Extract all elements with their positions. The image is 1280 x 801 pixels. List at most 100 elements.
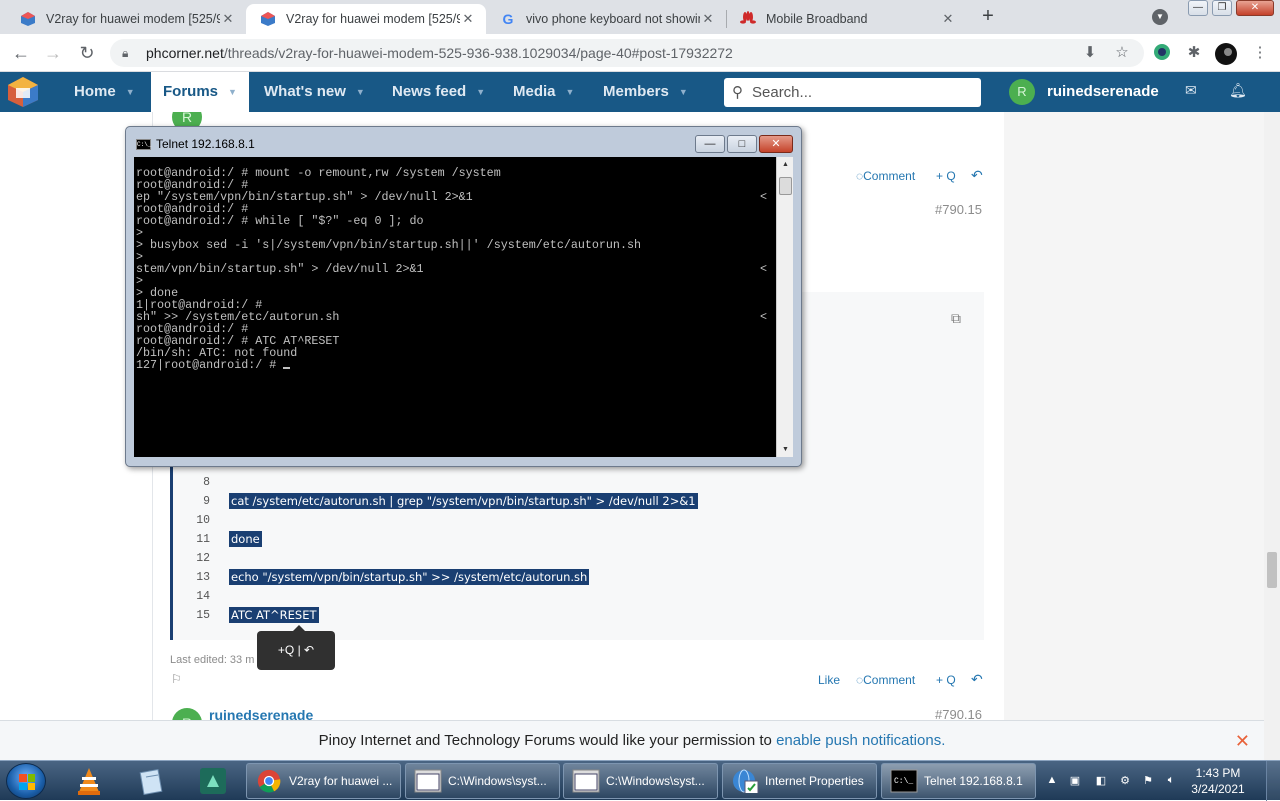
report-flag-icon[interactable]: ⚐ xyxy=(171,672,182,686)
taskbar-item-cmd[interactable]: C:\Windows\syst... xyxy=(563,763,718,799)
show-desktop-button[interactable] xyxy=(1266,761,1280,801)
chevron-down-icon[interactable]: ▼ xyxy=(356,72,365,112)
new-tab-button[interactable]: + xyxy=(978,6,998,27)
post-number[interactable]: #790.16 xyxy=(935,707,982,720)
show-hidden-icons-arrow-icon[interactable]: ▲ xyxy=(1045,774,1059,788)
minimize-icon[interactable]: — xyxy=(1188,0,1208,16)
tab-close-icon[interactable]: ✕ xyxy=(700,11,716,27)
action-center-flag-icon[interactable]: ⚑ xyxy=(1141,774,1155,788)
notifications-bell-icon[interactable]: 🔔︎ xyxy=(1229,82,1247,99)
username-link[interactable]: ruinedserenade xyxy=(1047,72,1159,112)
scrollbar-thumb[interactable] xyxy=(779,177,792,195)
chevron-down-icon[interactable]: ▼ xyxy=(228,72,237,112)
volume-speaker-icon[interactable]: 🔈︎ xyxy=(1164,774,1178,788)
pinned-app-icon[interactable] xyxy=(194,765,232,797)
tab-title: Mobile Broadband xyxy=(766,12,868,26)
page-scrollbar[interactable] xyxy=(1264,112,1280,760)
comment-link[interactable]: ◌Comment xyxy=(856,169,915,183)
taskbar-clock[interactable]: 1:43 PM 3/24/2021 xyxy=(1188,765,1248,797)
telnet-console[interactable]: root@android:/ # mount -o remount,rw /sy… xyxy=(134,157,776,457)
clock-time: 1:43 PM xyxy=(1195,766,1241,780)
chevron-down-icon[interactable]: ▼ xyxy=(679,72,688,112)
console-line: root@android:/ # while [ "$?" -eq 0 ]; d… xyxy=(136,215,776,227)
internet-properties-icon xyxy=(733,769,759,793)
line-wrap-marker: < xyxy=(760,262,768,276)
browser-tab[interactable]: G vivo phone keyboard not showin ✕ xyxy=(486,4,726,34)
scroll-down-arrow-icon[interactable]: ▼ xyxy=(777,446,794,453)
nav-news-feed[interactable]: News feed ▼ xyxy=(392,72,485,112)
network-icon[interactable]: ⚙ xyxy=(1118,774,1132,788)
inbox-envelope-icon[interactable]: ✉ xyxy=(1185,82,1197,99)
reply-arrow-icon[interactable]: ↶ xyxy=(971,671,983,688)
tab-search-icon[interactable]: ▼ xyxy=(1152,9,1168,25)
tab-close-icon[interactable]: ✕ xyxy=(220,11,236,27)
profile-avatar-icon[interactable] xyxy=(1215,43,1237,65)
tray-app-icon[interactable]: ◧ xyxy=(1094,774,1108,788)
browser-tab[interactable]: Mobile Broadband ✕ xyxy=(726,4,966,34)
like-link[interactable]: Like xyxy=(818,673,840,687)
install-app-icon[interactable]: ⬇ xyxy=(1080,43,1100,63)
push-notification-banner: Pinoy Internet and Technology Forums wou… xyxy=(0,720,1264,760)
back-arrow-icon[interactable]: ← xyxy=(10,42,32,64)
enable-push-link[interactable]: enable push notifications. xyxy=(776,732,945,749)
close-window-icon[interactable]: ✕ xyxy=(1236,0,1274,16)
code-line-number: 10 xyxy=(196,514,210,527)
console-scrollbar[interactable]: ▲ ▼ xyxy=(776,157,793,457)
tab-title: vivo phone keyboard not showin xyxy=(526,12,700,26)
browser-tab-strip: V2ray for huawei modem [525/93 ✕ V2ray f… xyxy=(0,0,1280,34)
forum-search-input[interactable]: ⚲ Search... xyxy=(724,78,981,107)
chevron-down-icon[interactable]: ▼ xyxy=(126,72,135,112)
comment-link[interactable]: ◌Comment xyxy=(856,673,915,687)
browser-tab-active[interactable]: V2ray for huawei modem [525/93 ✕ xyxy=(246,4,486,34)
taskbar-item-cmd[interactable]: C:\Windows\syst... xyxy=(405,763,560,799)
telnet-window[interactable]: C:\_ Telnet 192.168.8.1 — □ ✕ root@andro… xyxy=(125,126,802,467)
copy-code-icon[interactable]: ⧉ xyxy=(951,310,961,327)
nav-home[interactable]: Home ▼ xyxy=(74,72,135,112)
nav-whats-new[interactable]: What's new ▼ xyxy=(264,72,365,112)
restore-icon[interactable]: ❐ xyxy=(1212,0,1232,16)
post-number[interactable]: #790.15 xyxy=(935,202,982,217)
chevron-down-icon[interactable]: ▼ xyxy=(566,72,575,112)
close-icon[interactable]: ✕ xyxy=(1235,721,1250,761)
post-author-name[interactable]: ruinedserenade xyxy=(209,707,313,720)
tray-app-icon[interactable]: ▣ xyxy=(1068,774,1082,788)
browser-tab[interactable]: V2ray for huawei modem [525/93 ✕ xyxy=(6,4,246,34)
taskbar-item-telnet[interactable]: C:\_ Telnet 192.168.8.1 xyxy=(881,763,1036,799)
scrollbar-thumb[interactable] xyxy=(1267,552,1277,588)
cmd-window-icon xyxy=(572,769,600,793)
tab-close-icon[interactable]: ✕ xyxy=(460,11,476,27)
quote-button[interactable]: + Q xyxy=(936,673,956,687)
extensions-puzzle-icon[interactable]: ✱ xyxy=(1184,43,1204,63)
close-window-icon[interactable]: ✕ xyxy=(759,135,793,153)
scroll-up-arrow-icon[interactable]: ▲ xyxy=(777,161,794,168)
chevron-down-icon[interactable]: ▼ xyxy=(476,72,485,112)
right-column xyxy=(1004,112,1264,720)
nav-forums[interactable]: Forums ▼ xyxy=(151,72,249,112)
chrome-menu-icon[interactable]: ⋮ xyxy=(1250,43,1270,63)
user-avatar[interactable]: R xyxy=(1009,79,1035,105)
nav-media[interactable]: Media ▼ xyxy=(513,72,574,112)
reply-arrow-icon[interactable]: ↶ xyxy=(971,167,983,184)
taskbar-item-chrome[interactable]: V2ray for huawei ... xyxy=(246,763,401,799)
quote-button[interactable]: + Q xyxy=(936,169,956,183)
forum-navbar: Home ▼ Forums ▼ What's new ▼ News feed ▼ Med… xyxy=(0,72,1280,112)
forum-logo-icon[interactable] xyxy=(6,76,40,108)
console-line: > busybox sed -i 's|/system/vpn/bin/star… xyxy=(136,239,776,251)
window-controls: — ❐ ✕ xyxy=(1188,0,1274,16)
vlc-icon[interactable] xyxy=(70,765,108,797)
reload-icon[interactable]: ↻ xyxy=(76,42,98,64)
nav-label: Home xyxy=(74,83,116,100)
vpn-extension-icon[interactable] xyxy=(1152,43,1172,63)
taskbar-item-internet-properties[interactable]: Internet Properties xyxy=(722,763,877,799)
minimize-icon[interactable]: — xyxy=(695,135,725,153)
tab-close-icon[interactable]: ✕ xyxy=(940,11,956,27)
address-bar[interactable]: 🔒︎ phcorner.net/threads/v2ray-for-huawei… xyxy=(110,39,1144,67)
nav-members[interactable]: Members ▼ xyxy=(603,72,688,112)
quote-popup[interactable]: +Q | ↶ xyxy=(257,625,335,670)
maximize-icon[interactable]: □ xyxy=(727,135,757,153)
bookmark-star-icon[interactable]: ☆ xyxy=(1112,43,1132,63)
console-line: > xyxy=(136,275,776,287)
forward-arrow-icon[interactable]: → xyxy=(42,42,64,64)
start-button[interactable] xyxy=(6,763,46,799)
notepad-icon[interactable] xyxy=(132,765,170,797)
